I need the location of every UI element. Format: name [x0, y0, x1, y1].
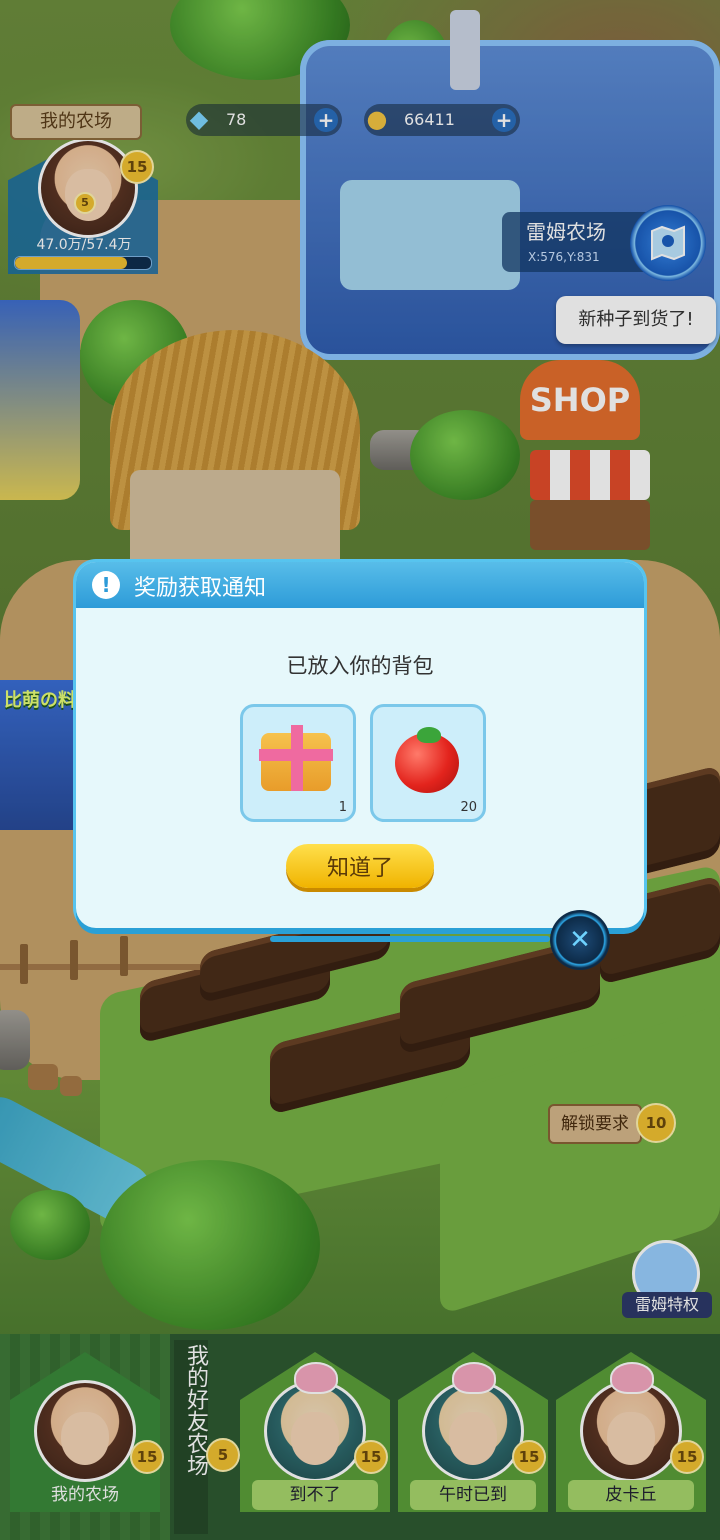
- reward-count: 20: [460, 800, 477, 815]
- reward-item-gift[interactable]: 1: [240, 704, 356, 822]
- dialog-message: 已放入你的背包: [286, 654, 434, 678]
- close-icon: ✕: [569, 925, 591, 955]
- confirm-button[interactable]: 知道了: [286, 844, 434, 888]
- gift-box-icon: [259, 725, 333, 791]
- reward-dialog: ! 奖励获取通知 已放入你的背包 1 20 知道了: [76, 562, 644, 928]
- dialog-accent-line: [270, 936, 550, 942]
- reward-count: 1: [338, 800, 347, 815]
- dialog-header: ! 奖励获取通知: [76, 562, 644, 608]
- reward-item-tomato[interactable]: 20: [370, 704, 486, 822]
- close-button[interactable]: ✕: [550, 910, 610, 970]
- exclamation-icon: !: [92, 571, 120, 599]
- dialog-title: 奖励获取通知: [134, 576, 267, 601]
- tomato-icon: [395, 727, 459, 793]
